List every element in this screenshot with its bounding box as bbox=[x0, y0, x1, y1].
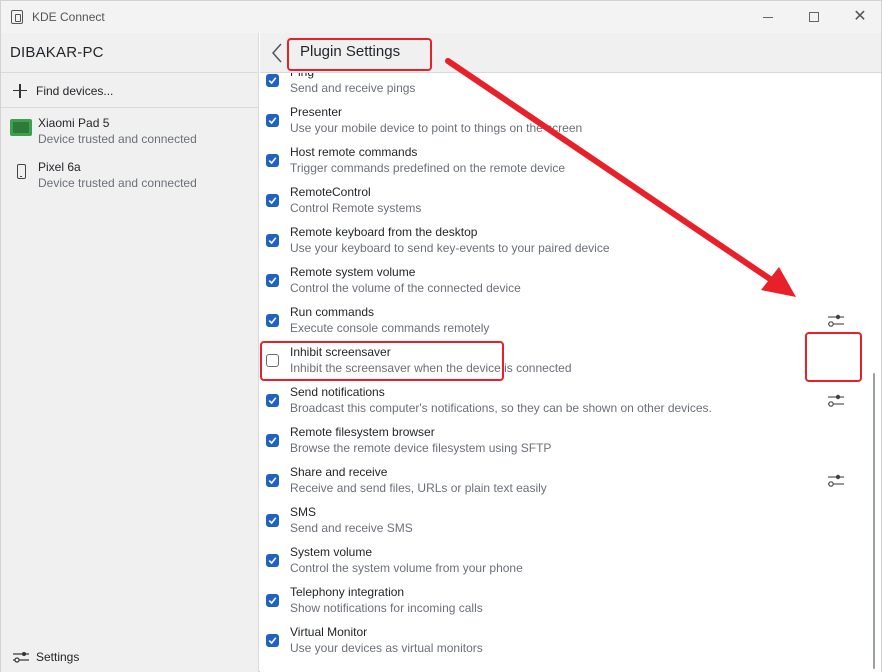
plugin-row: Share and receive Receive and send files,… bbox=[260, 461, 881, 501]
back-arrow-icon[interactable] bbox=[270, 42, 284, 64]
plugin-row: Remote filesystem browser Browse the remo… bbox=[260, 421, 881, 461]
kde-connect-app-icon bbox=[11, 10, 23, 24]
plugin-checkbox[interactable] bbox=[266, 114, 279, 127]
tablet-icon bbox=[10, 119, 32, 136]
configure-plugin-button[interactable] bbox=[826, 391, 846, 409]
plugin-checkbox[interactable] bbox=[266, 154, 279, 167]
plugin-checkbox[interactable] bbox=[266, 434, 279, 447]
plugin-description: Use your mobile device to point to thing… bbox=[290, 121, 583, 135]
plugin-description: Use your keyboard to send key-events to … bbox=[290, 241, 610, 255]
plugin-checkbox[interactable] bbox=[266, 394, 279, 407]
plugin-checkbox[interactable] bbox=[266, 594, 279, 607]
plugin-checkbox[interactable] bbox=[266, 554, 279, 567]
plugin-row: Virtual Monitor Use your devices as virtu… bbox=[260, 621, 881, 661]
device-name: Xiaomi Pad 5 bbox=[38, 116, 110, 130]
plugin-row: Telephony integration Show notifications … bbox=[260, 581, 881, 621]
main-panel: Plugin Settings PingSend and receive pin… bbox=[260, 33, 881, 672]
plugin-description: Broadcast this computer's notifications,… bbox=[290, 401, 712, 415]
plugin-name: Ping bbox=[290, 73, 314, 80]
device-item-xiaomi-pad-5[interactable]: Xiaomi Pad 5 Device trusted and connecte… bbox=[1, 110, 258, 154]
device-item-pixel-6a[interactable]: Pixel 6a Device trusted and connected bbox=[1, 154, 258, 198]
minimize-icon bbox=[763, 16, 773, 18]
find-devices-label: Find devices... bbox=[36, 83, 114, 98]
plugin-checkbox[interactable] bbox=[266, 74, 279, 87]
plugin-name: Remote filesystem browser bbox=[290, 425, 435, 439]
plugin-row: RemoteControl Control Remote systems bbox=[260, 181, 881, 221]
plugin-checkbox[interactable] bbox=[266, 474, 279, 487]
plugin-row: PingSend and receive pings bbox=[260, 73, 881, 101]
plugin-name: Telephony integration bbox=[290, 585, 405, 599]
settings-button[interactable]: Settings bbox=[13, 650, 79, 664]
maximize-icon bbox=[809, 12, 819, 22]
device-name: Pixel 6a bbox=[38, 160, 81, 174]
plugin-checkbox[interactable] bbox=[266, 634, 279, 647]
kde-connect-window: KDE Connect ✕ DIBAKAR-PC Find devices...… bbox=[0, 0, 882, 672]
plugin-checkbox[interactable] bbox=[266, 274, 279, 287]
vertical-scrollbar[interactable] bbox=[873, 373, 875, 669]
plugin-row: Remote keyboard from the desktop Use your… bbox=[260, 221, 881, 261]
plugin-checkbox[interactable] bbox=[266, 314, 279, 327]
sliders-icon bbox=[828, 474, 844, 487]
plugin-name: Remote system volume bbox=[290, 265, 416, 279]
highlight-box-title bbox=[287, 38, 432, 71]
plugin-row: Presenter Use your mobile device to point… bbox=[260, 101, 881, 141]
plugin-row: Send notifications Broadcast this compute… bbox=[260, 381, 881, 421]
main-header: Plugin Settings bbox=[260, 33, 881, 73]
highlight-box-configure bbox=[805, 332, 862, 382]
sliders-icon bbox=[828, 394, 844, 407]
plugin-name: Presenter bbox=[290, 105, 343, 119]
plugin-description: Control the system volume from your phon… bbox=[290, 561, 523, 575]
plugin-description: Control the volume of the connected devi… bbox=[290, 281, 521, 295]
plugin-description: Send and receive pings bbox=[290, 81, 416, 95]
plugin-row: Host remote commands Trigger commands pre… bbox=[260, 141, 881, 181]
close-icon: ✕ bbox=[853, 8, 867, 25]
configure-plugin-button[interactable] bbox=[826, 311, 846, 329]
plugin-name: Run commands bbox=[290, 305, 375, 319]
plugin-name: Share and receive bbox=[290, 465, 388, 479]
plugin-description: Browse the remote device filesystem usin… bbox=[290, 441, 552, 455]
plugin-row: SMS Send and receive SMS bbox=[260, 501, 881, 541]
sidebar-host-name: DIBAKAR-PC bbox=[1, 33, 258, 73]
plugin-row: Remote system volume Control the volume o… bbox=[260, 261, 881, 301]
sliders-icon bbox=[828, 314, 844, 327]
plugin-description: Control Remote systems bbox=[290, 201, 422, 215]
plugin-description: Show notifications for incoming calls bbox=[290, 601, 483, 615]
plugin-name: SMS bbox=[290, 505, 317, 519]
minimize-button[interactable] bbox=[745, 1, 791, 33]
phone-icon bbox=[16, 164, 26, 179]
plugin-row: Run commands Execute console commands rem… bbox=[260, 301, 881, 341]
plugin-description: Receive and send files, URLs or plain te… bbox=[290, 481, 547, 495]
plugin-description: Send and receive SMS bbox=[290, 521, 413, 535]
plugin-description: Trigger commands predefined on the remot… bbox=[290, 161, 566, 175]
highlight-box-run-commands bbox=[260, 341, 504, 381]
plugin-row: System volume Control the system volume f… bbox=[260, 541, 881, 581]
sidebar: DIBAKAR-PC Find devices... Xiaomi Pad 5 … bbox=[1, 33, 259, 672]
plugin-name: Virtual Monitor bbox=[290, 625, 368, 639]
plugin-list: PingSend and receive pings Presenter Use y… bbox=[260, 73, 881, 672]
find-devices-button[interactable]: Find devices... bbox=[1, 74, 258, 108]
plugin-name: System volume bbox=[290, 545, 373, 559]
maximize-button[interactable] bbox=[791, 1, 837, 33]
close-button[interactable]: ✕ bbox=[837, 1, 882, 33]
plugin-checkbox[interactable] bbox=[266, 514, 279, 527]
device-status: Device trusted and connected bbox=[38, 132, 197, 146]
plugin-checkbox[interactable] bbox=[266, 234, 279, 247]
settings-label: Settings bbox=[36, 650, 80, 664]
configure-plugin-button[interactable] bbox=[826, 471, 846, 489]
plugin-name: Host remote commands bbox=[290, 145, 418, 159]
plugin-description: Use your devices as virtual monitors bbox=[290, 641, 483, 655]
device-status: Device trusted and connected bbox=[38, 176, 197, 190]
title-bar: KDE Connect ✕ bbox=[1, 1, 881, 33]
plugin-description: Execute console commands remotely bbox=[290, 321, 490, 335]
plugin-name: Send notifications bbox=[290, 385, 385, 399]
plus-icon bbox=[13, 83, 27, 98]
plugin-name: Remote keyboard from the desktop bbox=[290, 225, 478, 239]
settings-sliders-icon bbox=[13, 652, 29, 663]
plugin-checkbox[interactable] bbox=[266, 194, 279, 207]
plugin-name: RemoteControl bbox=[290, 185, 371, 199]
window-title: KDE Connect bbox=[32, 10, 105, 24]
